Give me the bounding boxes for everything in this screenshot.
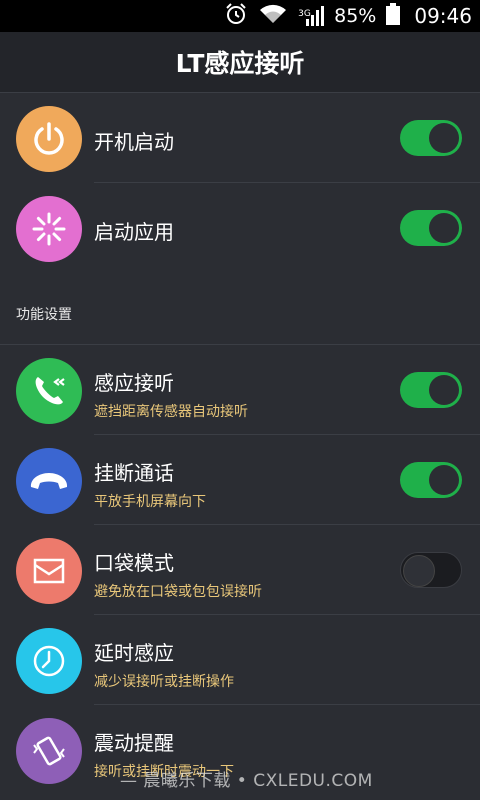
launch-app-toggle[interactable] <box>400 210 462 246</box>
setting-label: 感应接听 <box>94 371 174 395</box>
hang-up-icon <box>16 448 82 514</box>
battery-percent: 85% <box>334 5 377 27</box>
setting-description: 避免放在口袋或包包误接听 <box>94 584 262 600</box>
section-title: 功能设置 <box>16 307 72 323</box>
setting-label: 挂断通话 <box>94 461 174 485</box>
page-title: LT感应接听 <box>175 49 305 78</box>
incoming-call-icon <box>16 358 82 424</box>
wifi-icon <box>258 2 288 30</box>
hang-up-toggle[interactable] <box>400 462 462 498</box>
boot-start-toggle[interactable] <box>400 120 462 156</box>
pocket-mode-toggle[interactable] <box>400 552 462 588</box>
battery-icon <box>386 3 401 29</box>
section-header: 功能设置 <box>0 272 480 345</box>
setting-label: 开机启动 <box>94 130 174 154</box>
setting-description: 平放手机屏幕向下 <box>94 494 206 510</box>
setting-label: 延时感应 <box>94 641 174 665</box>
power-icon <box>16 106 82 172</box>
setting-row-pocket-mode[interactable]: 口袋模式 避免放在口袋或包包误接听 <box>0 525 480 615</box>
loading-spinner-icon <box>16 196 82 262</box>
status-bar: 3G 85% 09:46 <box>0 0 480 32</box>
setting-label: 口袋模式 <box>94 551 174 575</box>
title-bar: LT感应接听 <box>0 32 480 93</box>
clock-icon <box>16 628 82 694</box>
envelope-icon <box>16 538 82 604</box>
setting-row-hang-up[interactable]: 挂断通话 平放手机屏幕向下 <box>0 435 480 525</box>
clock-time: 09:46 <box>414 4 472 28</box>
setting-description: 遮挡距离传感器自动接听 <box>94 404 248 420</box>
setting-description: 减少误接听或挂断操作 <box>94 674 234 690</box>
setting-row-boot-start[interactable]: 开机启动 <box>0 93 480 183</box>
setting-label: 震动提醒 <box>94 731 174 755</box>
cellular-signal-icon: 3G <box>298 5 325 27</box>
sensor-answer-toggle[interactable] <box>400 372 462 408</box>
watermark: — 晨曦乐下载 • CXLEDU.COM <box>120 771 373 791</box>
vibrate-phone-icon <box>16 718 82 784</box>
setting-row-launch-app[interactable]: 启动应用 <box>0 183 480 273</box>
setting-row-sensor-answer[interactable]: 感应接听 遮挡距离传感器自动接听 <box>0 345 480 435</box>
setting-label: 启动应用 <box>94 220 174 244</box>
alarm-icon <box>224 2 248 30</box>
setting-row-delay-sensing[interactable]: 延时感应 减少误接听或挂断操作 <box>0 615 480 705</box>
